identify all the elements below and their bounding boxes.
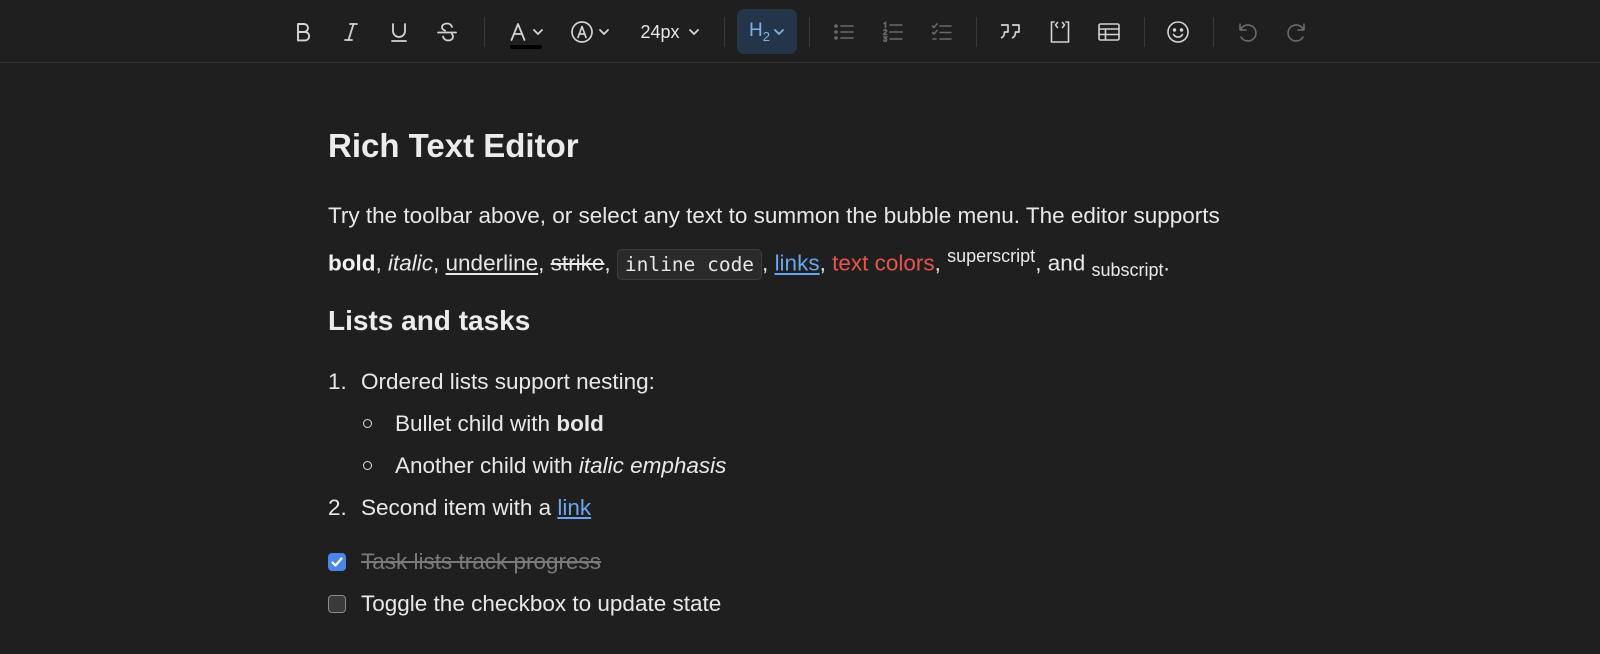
links-sample[interactable]: links [775, 251, 820, 276]
child-text: Bullet child with [395, 411, 551, 436]
font-size-value: 24px [640, 21, 680, 42]
toolbar: 24px H2 [0, 0, 1600, 63]
heading-level-letter: H [749, 19, 763, 41]
heading-icon: H2 [749, 20, 770, 44]
strikethrough-icon [437, 22, 457, 42]
list-item-text: Ordered lists support nesting: [361, 369, 655, 394]
text-color-button[interactable] [500, 12, 552, 52]
toolbar-divider [724, 17, 725, 47]
chevron-down-icon [688, 29, 699, 35]
heading-level-number: 2 [762, 28, 770, 44]
chevron-down-icon [774, 28, 784, 35]
italic-sample: italic [388, 250, 434, 276]
intro-lead-text: Try the toolbar above, or select any tex… [328, 203, 1220, 228]
ordered-list-button[interactable] [873, 12, 913, 52]
toolbar-divider [1213, 17, 1214, 47]
code-block-button[interactable] [1039, 12, 1081, 52]
underline-button[interactable] [379, 12, 419, 52]
smile-icon [1167, 21, 1189, 43]
table-icon [1098, 23, 1120, 41]
code-block-icon [1050, 21, 1070, 43]
toolbar-divider [1144, 17, 1145, 47]
task-text: Toggle the checkbox to update state [361, 591, 722, 616]
strikethrough-button[interactable] [427, 12, 467, 52]
heading-button[interactable]: H2 [737, 9, 797, 54]
chevron-down-icon [599, 29, 609, 35]
chevron-down-icon [533, 29, 543, 35]
superscript-sample: superscript [947, 246, 1036, 266]
list-number: 2. [328, 495, 347, 520]
quote-icon [1000, 24, 1020, 39]
intro-paragraph: Try the toolbar above, or select any tex… [328, 203, 1220, 280]
inline-code-sample: inline code [616, 248, 763, 280]
text-color-swatch [510, 45, 542, 49]
task-list-button[interactable] [922, 12, 962, 52]
period-text: . [1163, 250, 1170, 276]
bullet-list-button[interactable] [824, 12, 864, 52]
and-text: , and [1035, 250, 1086, 276]
text-colors-sample: text colors [832, 250, 935, 276]
child-text: Another child with [395, 453, 573, 478]
child-bold-text: bold [556, 411, 604, 436]
emoji-button[interactable] [1157, 12, 1199, 52]
section-heading: Lists and tasks [328, 305, 531, 336]
list-item-text: Bullet child with bold [395, 403, 604, 445]
strike-sample: strike [550, 250, 605, 276]
bullet-marker [363, 419, 372, 428]
inline-link[interactable]: link [557, 495, 591, 520]
undo-button[interactable] [1226, 12, 1268, 52]
italic-icon [344, 23, 358, 41]
item-text: Second item with a [361, 495, 552, 520]
highlight-button[interactable] [566, 12, 614, 52]
redo-icon [1287, 23, 1305, 42]
task-list-icon [931, 23, 952, 40]
bold-button[interactable] [283, 12, 323, 52]
task-checkbox[interactable] [328, 553, 346, 571]
toolbar-divider [809, 17, 810, 47]
redo-button[interactable] [1276, 12, 1318, 52]
checkmark-icon [331, 557, 343, 567]
bullet-list-icon [834, 24, 854, 40]
underline-icon [391, 23, 407, 42]
text-color-icon [510, 23, 526, 41]
toolbar-divider [484, 17, 485, 47]
undo-icon [1239, 23, 1257, 42]
bold-icon [297, 23, 311, 42]
table-button[interactable] [1087, 12, 1131, 52]
blockquote-button[interactable] [990, 12, 1032, 52]
document-title: Rich Text Editor [328, 127, 579, 164]
list-number: 1. [328, 369, 347, 394]
list-item-text: Second item with a link [361, 487, 591, 529]
bullet-marker [363, 461, 372, 470]
font-size-select[interactable]: 24px [630, 12, 710, 52]
bold-sample: bold [328, 250, 376, 276]
task-checkbox[interactable] [328, 595, 346, 613]
highlight-icon [571, 21, 593, 43]
child-italic-text: italic emphasis [578, 453, 727, 478]
task-text: Task lists track progress [361, 549, 602, 574]
toolbar-divider [976, 17, 977, 47]
list-item-text: Another child with italic emphasis [395, 445, 726, 487]
subscript-sample: subscript [1091, 260, 1164, 280]
ordered-list-icon [882, 21, 903, 43]
italic-button[interactable] [331, 12, 371, 52]
underline-sample: underline [445, 250, 539, 276]
